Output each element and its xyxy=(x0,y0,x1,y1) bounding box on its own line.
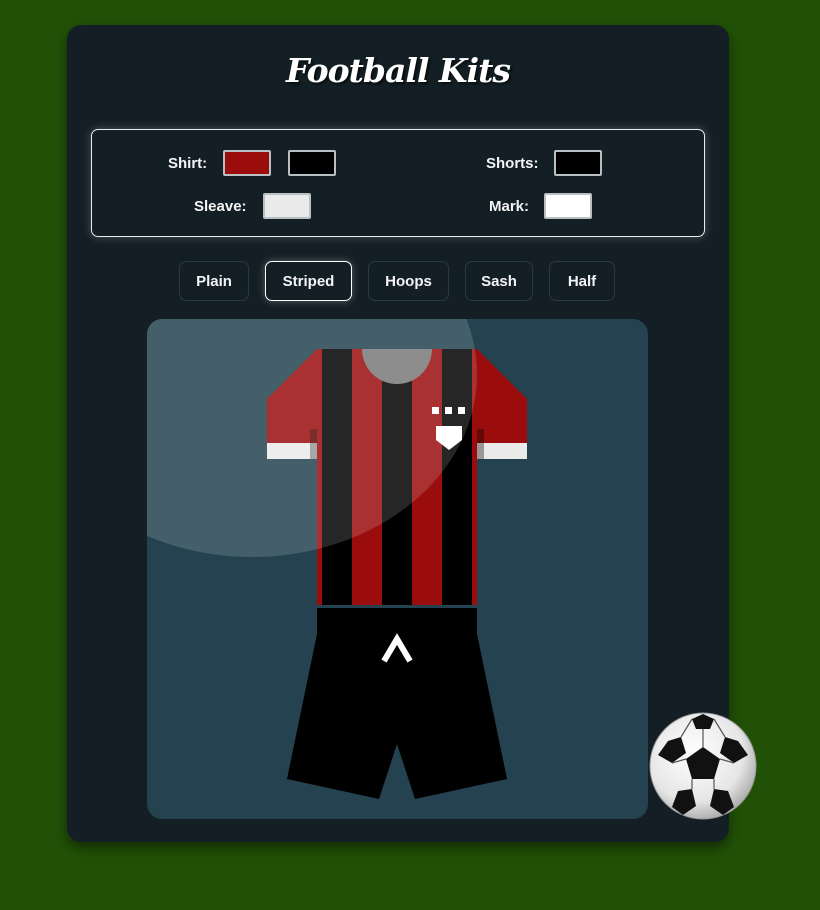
shorts-color-label: Shorts: xyxy=(486,154,539,172)
tab-plain[interactable]: Plain xyxy=(179,261,249,301)
page-title: Football Kits xyxy=(286,51,511,90)
tab-plain-label: Plain xyxy=(196,272,232,290)
shirt-color-label: Shirt: xyxy=(168,154,208,172)
sleeve-color-control: Sleave: xyxy=(194,193,311,219)
tab-sash-label: Sash xyxy=(481,272,517,290)
tab-hoops-label: Hoops xyxy=(385,272,432,290)
right-sleeve xyxy=(477,349,527,459)
shirt-secondary-swatch[interactable] xyxy=(288,150,337,176)
soccer-ball-icon xyxy=(649,712,757,820)
mark-color-control: Mark: xyxy=(489,193,593,219)
tab-half[interactable]: Half xyxy=(549,261,615,301)
sleeve-swatch[interactable] xyxy=(262,193,311,219)
tab-sash[interactable]: Sash xyxy=(465,261,533,301)
shirt-primary-swatch[interactable] xyxy=(223,150,272,176)
mark-color-label: Mark: xyxy=(489,197,530,215)
tab-half-label: Half xyxy=(567,272,597,290)
kit-preview xyxy=(147,319,648,819)
mark-swatch[interactable] xyxy=(544,193,593,219)
sleeve-color-label: Sleave: xyxy=(194,197,247,215)
shorts-swatch[interactable] xyxy=(553,150,602,176)
tab-striped-label: Striped xyxy=(282,272,335,290)
shorts-color-control: Shorts: xyxy=(486,150,602,176)
kit-builder-card: Football Kits Shirt: Sleave: Shorts: Mar… xyxy=(67,25,729,842)
shirt-color-control: Shirt: xyxy=(168,150,337,176)
color-controls-panel: Shirt: Sleave: Shorts: Mark: xyxy=(91,129,705,237)
shorts xyxy=(287,608,507,799)
tab-striped[interactable]: Striped xyxy=(265,261,352,301)
tab-hoops[interactable]: Hoops xyxy=(368,261,449,301)
